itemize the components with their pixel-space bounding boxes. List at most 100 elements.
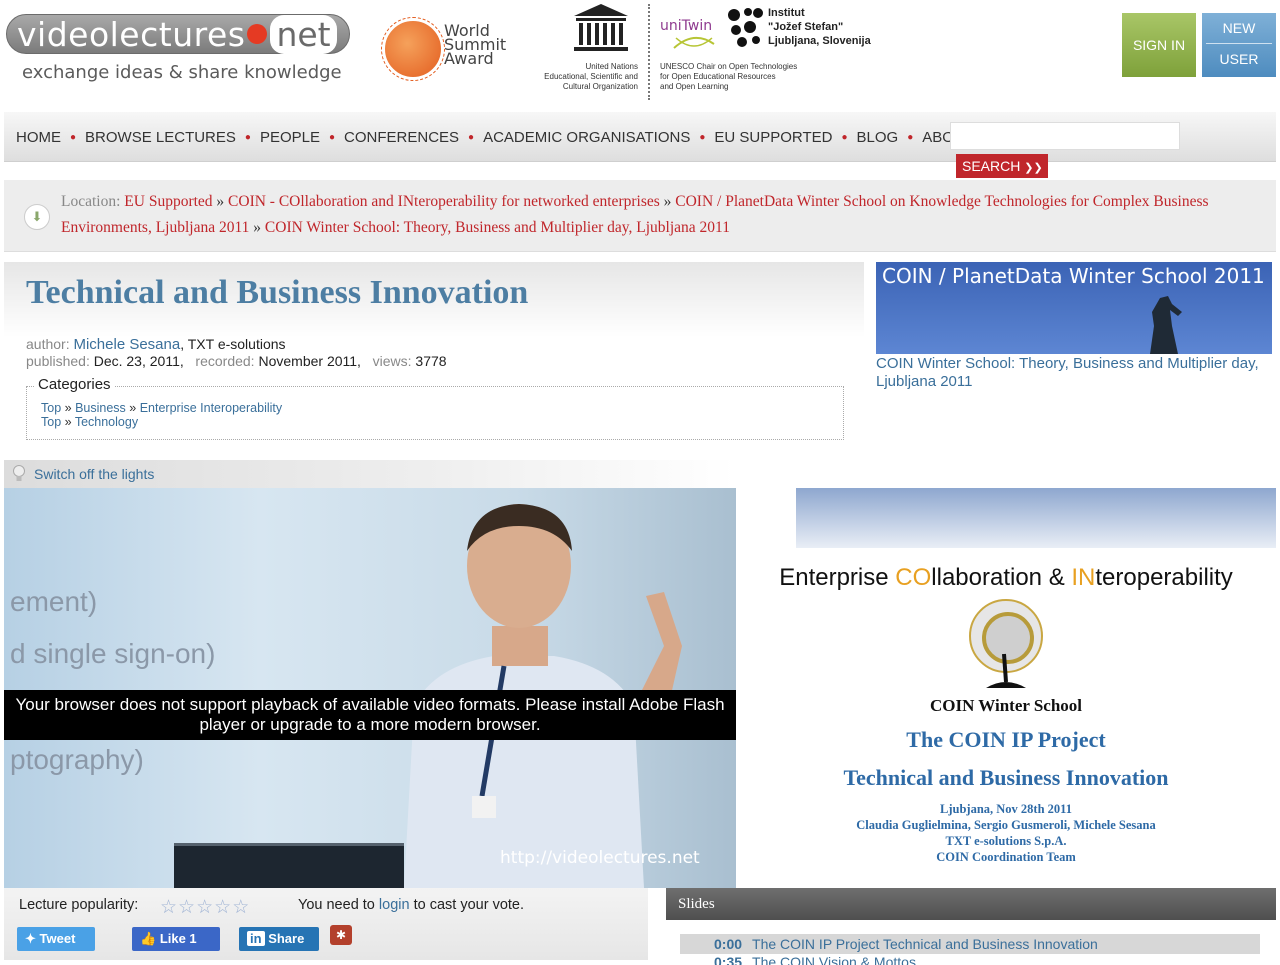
- location-arrow-icon: ⬇: [24, 204, 50, 230]
- event-banner-title: COIN / PlanetData Winter School 2011: [882, 264, 1265, 288]
- category-link[interactable]: Technology: [75, 415, 138, 429]
- ijs-logo[interactable]: Institut "Jožef Stefan" Ljubljana, Slove…: [726, 4, 896, 54]
- slide-details: Ljubjana, Nov 28th 2011 Claudia Guglielm…: [856, 802, 1156, 864]
- light-bulb-icon: [13, 465, 25, 481]
- more-share-icon[interactable]: ✱: [330, 925, 352, 945]
- logo-divider: [648, 4, 651, 100]
- author-link[interactable]: Michele Sesana: [73, 336, 180, 353]
- facebook-like-button[interactable]: 👍 Like 1: [132, 927, 220, 951]
- nav-separator: ●: [699, 131, 706, 143]
- twitter-bird-icon: ✦: [25, 931, 36, 946]
- video-slide-text: ptography): [10, 744, 144, 775]
- slide-list-item[interactable]: 0:35 The COIN Vision & Mottos: [680, 955, 1260, 965]
- ijs-text: Institut "Jožef Stefan" Ljubljana, Slove…: [768, 7, 871, 47]
- nav-separator: ●: [328, 131, 336, 143]
- switch-off-lights[interactable]: Switch off the lights: [4, 460, 736, 488]
- unesco-temple-icon: [574, 4, 628, 51]
- lights-label: Switch off the lights: [34, 466, 155, 482]
- logo-tagline: exchange ideas & share knowledge: [22, 62, 342, 83]
- nav-item-home[interactable]: HOME ●: [16, 129, 85, 146]
- linkedin-icon: in: [247, 931, 265, 946]
- statue-image: [1150, 296, 1182, 354]
- slide-project: The COIN IP Project: [906, 727, 1106, 752]
- new-user-button[interactable]: NEW USER: [1202, 13, 1276, 77]
- category-link[interactable]: Top: [41, 415, 61, 429]
- nav-separator: ●: [907, 131, 914, 143]
- nav-separator: ●: [70, 131, 77, 143]
- event-banner[interactable]: COIN / PlanetData Winter School 2011: [876, 262, 1272, 354]
- category-link[interactable]: Business: [75, 401, 126, 415]
- unitwin-text-lines: UNESCO Chair on Open Technologies for Op…: [660, 62, 798, 91]
- star-icon[interactable]: ☆: [196, 897, 214, 918]
- site-logo[interactable]: videolectures net exchange ideas & share…: [6, 14, 366, 83]
- category-row: Top » Technology: [41, 415, 139, 429]
- category-link[interactable]: Enterprise Interoperability: [140, 401, 282, 415]
- breadcrumb-label: Location:: [61, 193, 121, 210]
- podium: [174, 843, 404, 888]
- author-affiliation: , TXT e-solutions: [180, 336, 286, 352]
- video-slide-text: d single sign-on): [10, 638, 216, 669]
- globe-icon: [381, 17, 445, 81]
- unesco-logo[interactable]: United Nations Educational, Scientific a…: [528, 0, 640, 100]
- rating-stars[interactable]: ☆☆☆☆☆: [160, 896, 250, 919]
- slide-time: 0:35: [714, 955, 743, 965]
- slide-time: 0:00: [714, 936, 743, 952]
- nav-item-conferences[interactable]: CONFERENCES ●: [344, 129, 483, 146]
- nav-separator: ●: [841, 131, 848, 143]
- lecture-meta: author: Michele Sesana, TXT e-solutions …: [26, 336, 447, 369]
- search-input[interactable]: [950, 122, 1180, 150]
- slide-list-item[interactable]: 0:00 The COIN IP Project Technical and Bu…: [680, 934, 1260, 954]
- login-link[interactable]: login: [379, 897, 410, 913]
- breadcrumb-link[interactable]: COIN Winter School: Theory, Business and…: [265, 219, 730, 236]
- ijs-dots-icon: [728, 8, 763, 47]
- breadcrumb-separator: »: [663, 193, 672, 210]
- logo-text-right: net: [270, 14, 337, 54]
- tweet-button[interactable]: ✦ Tweet: [17, 927, 95, 951]
- event-link[interactable]: COIN Winter School: Theory, Business and…: [876, 355, 1276, 391]
- site-header: videolectures net exchange ideas & share…: [0, 0, 1280, 110]
- thumbs-up-icon: 👍: [140, 931, 157, 946]
- star-icon[interactable]: ☆: [178, 897, 196, 918]
- slide-title: Technical and Business Innovation: [843, 765, 1169, 790]
- page-title: Technical and Business Innovation: [26, 274, 529, 311]
- star-icon[interactable]: ☆: [160, 897, 178, 918]
- popularity-label: Lecture popularity:: [19, 897, 139, 913]
- breadcrumb-link[interactable]: EU Supported: [124, 193, 212, 210]
- breadcrumb-link[interactable]: COIN - COllaboration and INteroperabilit…: [228, 193, 660, 210]
- coin-logo-icon: [969, 599, 1043, 688]
- vote-prompt: You need to login to cast your vote.: [298, 897, 525, 913]
- nav-separator: ●: [468, 131, 475, 143]
- star-icon[interactable]: ☆: [232, 897, 250, 918]
- logo-badge: videolectures net: [6, 14, 350, 54]
- star-icon[interactable]: ☆: [214, 897, 232, 918]
- search-button[interactable]: SEARCH ❯❯: [956, 154, 1048, 178]
- slide-title: The COIN Vision & Mottos: [752, 955, 916, 965]
- categories-title: Categories: [35, 377, 114, 392]
- world-summit-award-logo[interactable]: World Summit Award: [376, 16, 526, 86]
- category-row: Top » Business » Enterprise Interoperabi…: [41, 401, 283, 415]
- slide-preview[interactable]: Enterprise COllaboration & INteroperabil…: [736, 488, 1276, 888]
- nav-item-people[interactable]: PEOPLE ●: [260, 129, 344, 146]
- category-link[interactable]: Top: [41, 401, 61, 415]
- nav-item-eu-supported[interactable]: EU SUPPORTED ●: [714, 129, 856, 146]
- video-player[interactable]: ement) d single sign-on) ptography) Your…: [4, 488, 736, 888]
- linkedin-share-button[interactable]: in Share: [239, 927, 319, 951]
- slide-header-image: [796, 488, 1276, 548]
- slides-list: 0:00 The COIN IP Project Technical and Bu…: [666, 920, 1276, 965]
- slide-heading: Enterprise COllaboration & INteroperabil…: [779, 564, 1233, 591]
- nav-item-browse-lectures[interactable]: BROWSE LECTURES ●: [85, 129, 260, 146]
- slide-title: The COIN IP Project Technical and Busine…: [752, 936, 1098, 952]
- nav-item-blog[interactable]: BLOG ●: [857, 129, 923, 146]
- video-watermark: http://videolectures.net: [500, 848, 700, 868]
- breadcrumb: ⬇ Location: EU Supported » COIN - COllab…: [4, 180, 1276, 252]
- view-count: 3778: [415, 353, 447, 369]
- slide-school: COIN Winter School: [929, 696, 1083, 715]
- video-unsupported-message: Your browser does not support playback o…: [4, 690, 736, 740]
- lecture-info: Technical and Business Innovation author…: [4, 262, 864, 450]
- sign-in-button[interactable]: SIGN IN: [1122, 13, 1196, 77]
- video-slide-text: ement): [10, 586, 98, 617]
- unitwin-text: uniTwin: [660, 18, 713, 34]
- nav-item-academic-organisations[interactable]: ACADEMIC ORGANISATIONS ●: [483, 129, 714, 146]
- slides-heading: Slides: [666, 888, 1276, 920]
- categories-box: Categories Top » Business » Enterprise I…: [26, 377, 844, 440]
